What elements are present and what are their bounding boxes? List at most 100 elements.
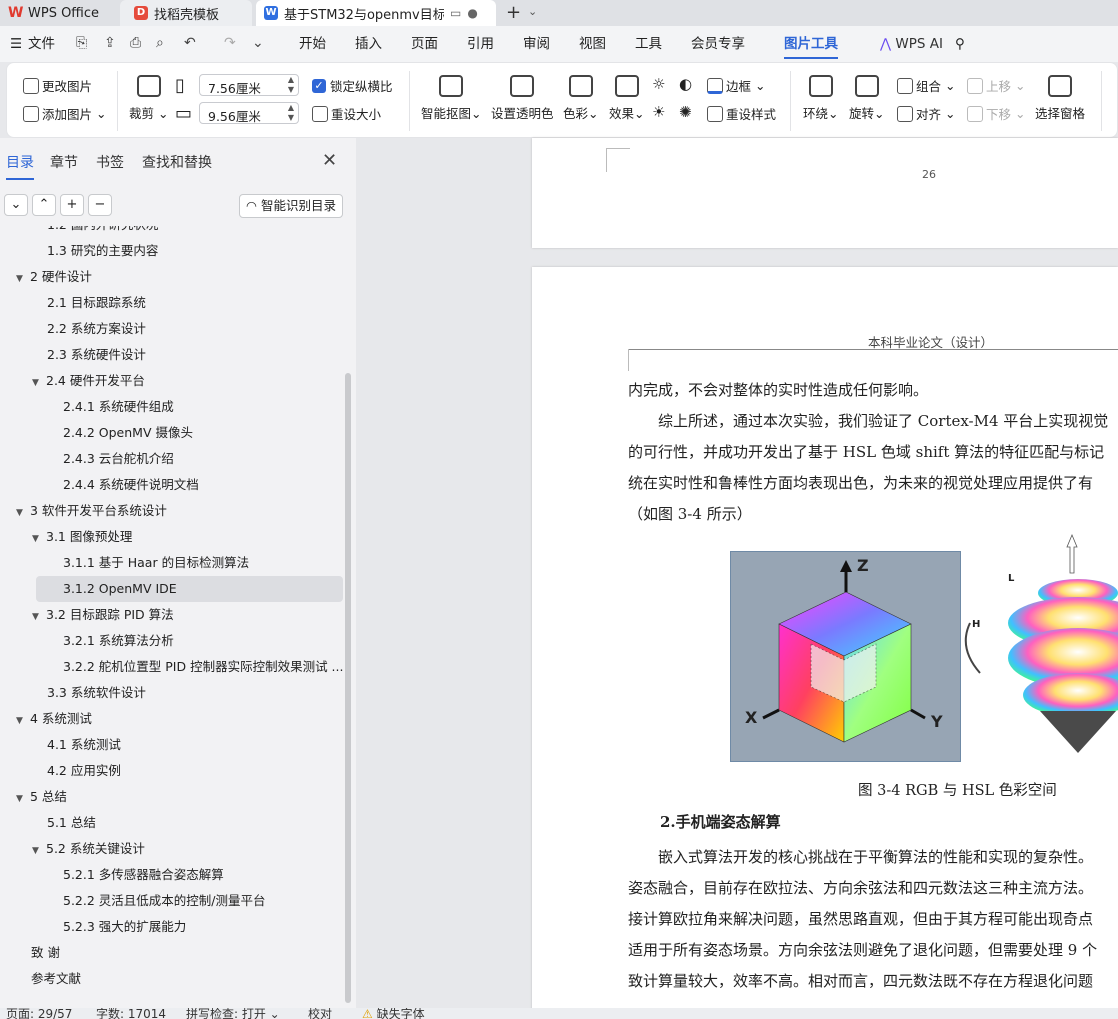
selection-pane-button[interactable]: 选择窗格 — [1035, 71, 1085, 122]
menu-file[interactable]: 文件 — [28, 26, 55, 62]
rgb-cube-image[interactable]: Z X Y — [730, 551, 961, 762]
width-stepper[interactable]: ▲ ▼ — [288, 75, 294, 95]
toc-item[interactable]: 5.2.2 灵活且低成本的控制/测量平台 — [0, 888, 346, 914]
change-image-button[interactable]: 更改图片 — [23, 76, 92, 95]
print-icon[interactable]: ⎙ — [130, 35, 141, 51]
smart-toc-button[interactable]: ◠ 智能识别目录 — [239, 194, 343, 218]
toc-item[interactable]: 4.1 系统测试 — [0, 732, 346, 758]
toc-item[interactable]: 5.2.3 强大的扩展能力 — [0, 914, 346, 940]
lock-ratio-checkbox[interactable]: ✓ 锁定纵横比 — [312, 76, 393, 95]
height-stepper[interactable]: ▲ ▼ — [288, 103, 294, 123]
tab-document[interactable]: W基于STM32与openmv目标跟踪▭● — [256, 0, 496, 26]
toc-item[interactable]: 3.1.1 基于 Haar 的目标检测算法 — [0, 550, 346, 576]
add-image-button[interactable]: 添加图片 ⌄ — [23, 104, 106, 123]
contrast-icon[interactable]: ◐ — [679, 75, 692, 93]
toc-item[interactable]: 2.1 目标跟踪系统 — [0, 290, 346, 316]
expand-triangle-icon[interactable]: ▼ — [16, 786, 30, 810]
print-preview-icon[interactable]: ⌕ — [156, 35, 164, 51]
undo-icon[interactable]: ↶ — [184, 35, 196, 51]
tab-wps-office[interactable]: W WPS Office — [8, 0, 116, 26]
missing-font-button[interactable]: ⚠ 缺失字体 — [362, 1008, 425, 1019]
tab-sections[interactable]: 章节 — [50, 152, 78, 172]
rotate-button[interactable]: 旋转⌄ — [849, 71, 885, 122]
toc-item[interactable]: 3.1.2 OpenMV IDE — [36, 576, 343, 602]
toc-item[interactable]: ▼ 3 软件开发平台系统设计 — [0, 498, 346, 524]
toc-scrollbar[interactable] — [345, 373, 351, 1003]
expand-triangle-icon[interactable]: ▼ — [16, 266, 30, 290]
expand-triangle-icon[interactable]: ▼ — [16, 708, 30, 732]
width-field[interactable]: 7.56厘米 ▲ ▼ — [199, 74, 299, 96]
crop-button[interactable]: 裁剪 ⌄ — [129, 71, 168, 122]
toc-item[interactable]: 2.4.1 系统硬件组成 — [0, 394, 346, 420]
save-icon[interactable]: ⎘ — [76, 35, 87, 51]
toc-item[interactable]: 3.3 系统软件设计 — [0, 680, 346, 706]
menu-references[interactable]: 引用 — [467, 26, 494, 62]
collapse-all-button[interactable]: ⌄ — [4, 194, 28, 216]
toc-item[interactable]: 2.3 系统硬件设计 — [0, 342, 346, 368]
reset-style-button[interactable]: 重设样式 — [707, 104, 776, 123]
toc-item[interactable]: ▼ 2 硬件设计 — [0, 264, 346, 290]
proofread-button[interactable]: 校对 — [308, 1008, 332, 1019]
align-button[interactable]: 对齐 ⌄ — [897, 104, 955, 123]
toc-item[interactable]: ▼ 3.2 目标跟踪 PID 算法 — [0, 602, 346, 628]
menu-page[interactable]: 页面 — [411, 26, 438, 62]
toc-item[interactable]: 2.2 系统方案设计 — [0, 316, 346, 342]
wps-ai-button[interactable]: ⋀ WPS AI — [880, 26, 943, 62]
brightness-down-icon[interactable]: ☀ — [652, 103, 665, 121]
expand-triangle-icon[interactable]: ▼ — [16, 500, 30, 524]
hsl-cone-image[interactable]: L H — [960, 533, 1118, 765]
redo-icon[interactable]: ↷ — [224, 35, 236, 51]
height-field[interactable]: 9.56厘米 ▲ ▼ — [199, 102, 299, 124]
tab-template[interactable]: D 找稻壳模板 — [120, 0, 252, 26]
effects-button[interactable]: 效果⌄ — [609, 71, 645, 122]
smart-cutout-button[interactable]: 智能抠图⌄ — [421, 71, 482, 122]
toc-item[interactable]: ▼ 5 总结 — [0, 784, 346, 810]
menu-member[interactable]: 会员专享 — [691, 26, 745, 62]
group-button[interactable]: 组合 ⌄ — [897, 76, 955, 95]
export-icon[interactable]: ⇪ — [104, 35, 116, 51]
toc-item[interactable]: 1.3 研究的主要内容 — [0, 238, 346, 264]
move-up-level-button[interactable]: ⌃ — [32, 194, 56, 216]
toc-item[interactable]: 致 谢 — [0, 940, 346, 966]
add-heading-button[interactable]: + — [60, 194, 84, 216]
more-chevron-icon[interactable]: ⌄ — [252, 35, 264, 51]
toc-item[interactable]: 5.1 总结 — [0, 810, 346, 836]
search-icon[interactable]: ⚲ — [955, 26, 965, 62]
toc-item[interactable]: 3.2.2 舵机位置型 PID 控制器实际控制效果测试 ... — [0, 654, 346, 680]
toc-item[interactable]: ▼ 2.4 硬件开发平台 — [0, 368, 346, 394]
spell-check-toggle[interactable]: 拼写检查: 打开 ⌄ — [186, 1008, 280, 1019]
toc-item[interactable]: ▼ 3.1 图像预处理 — [0, 524, 346, 550]
toc-item[interactable]: 1.2 国内外研究状况 — [0, 226, 346, 238]
toc-item[interactable]: 2.4.4 系统硬件说明文档 — [0, 472, 346, 498]
close-icon[interactable]: ✕ — [322, 150, 337, 171]
remove-heading-button[interactable]: − — [88, 194, 112, 216]
expand-triangle-icon[interactable]: ▼ — [32, 370, 46, 394]
new-tab-button[interactable]: + — [506, 2, 521, 23]
toc-item[interactable]: ▼ 5.2 系统关键设计 — [0, 836, 346, 862]
set-transparent-button[interactable]: 设置透明色 — [491, 71, 554, 122]
expand-triangle-icon[interactable]: ▼ — [32, 838, 46, 862]
word-count[interactable]: 字数: 17014 — [96, 1008, 166, 1019]
toc-item[interactable]: 2.4.3 云台舵机介绍 — [0, 446, 346, 472]
expand-triangle-icon[interactable]: ▼ — [32, 604, 46, 628]
tab-toc[interactable]: 目录 — [6, 152, 34, 180]
tab-find-replace[interactable]: 查找和替换 — [142, 152, 212, 172]
move-up-button[interactable]: 上移 ⌄ — [967, 76, 1025, 95]
toc-item[interactable]: 参考文献 — [0, 966, 346, 992]
toc-item[interactable]: 2.4.2 OpenMV 摄像头 — [0, 420, 346, 446]
wrap-button[interactable]: 环绕⌄ — [803, 71, 839, 122]
tab-bookmarks[interactable]: 书签 — [96, 152, 124, 172]
color-button[interactable]: 色彩⌄ — [563, 71, 599, 122]
toc-item[interactable]: 3.2.1 系统算法分析 — [0, 628, 346, 654]
page-counter[interactable]: 页面: 29/57 — [6, 1008, 72, 1019]
move-down-button[interactable]: 下移 ⌄ — [967, 104, 1025, 123]
reset-size-button[interactable]: 重设大小 — [312, 104, 381, 123]
toc-item[interactable]: 4.2 应用实例 — [0, 758, 346, 784]
hamburger-icon[interactable]: ☰ — [10, 26, 22, 62]
chevron-down-icon[interactable]: ⌄ — [528, 5, 537, 18]
menu-insert[interactable]: 插入 — [355, 26, 382, 62]
toc-item[interactable]: 5.2.1 多传感器融合姿态解算 — [0, 862, 346, 888]
border-button[interactable]: 边框 ⌄ — [707, 76, 765, 95]
menu-review[interactable]: 审阅 — [523, 26, 550, 62]
menu-picture-tools[interactable]: 图片工具 — [784, 26, 838, 62]
